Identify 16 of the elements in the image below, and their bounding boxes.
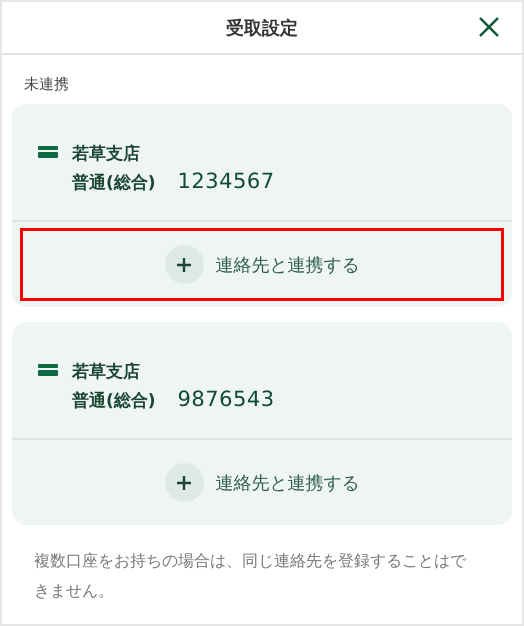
window-title: 受取設定 (226, 16, 298, 40)
account-type: 普通(総合) (72, 172, 156, 194)
link-contact-button[interactable]: 連絡先と連携する (20, 446, 504, 519)
branch-name: 若草支店 (72, 143, 141, 165)
account-type: 普通(総合) (72, 390, 156, 412)
plus-icon (164, 463, 204, 502)
card-icon (38, 364, 58, 378)
plus-icon (164, 245, 204, 284)
link-contact-button[interactable]: 連絡先と連携する (20, 228, 504, 301)
card-icon (38, 146, 58, 160)
account-number: 9876543 (178, 387, 275, 411)
branch-name: 若草支店 (72, 361, 141, 383)
close-icon (478, 16, 500, 38)
section-label: 未連携 (24, 75, 70, 94)
account-number: 1234567 (178, 169, 275, 193)
note-text: 複数口座をお持ちの場合は、同じ連絡先を登録することはできません。 (33, 550, 468, 602)
